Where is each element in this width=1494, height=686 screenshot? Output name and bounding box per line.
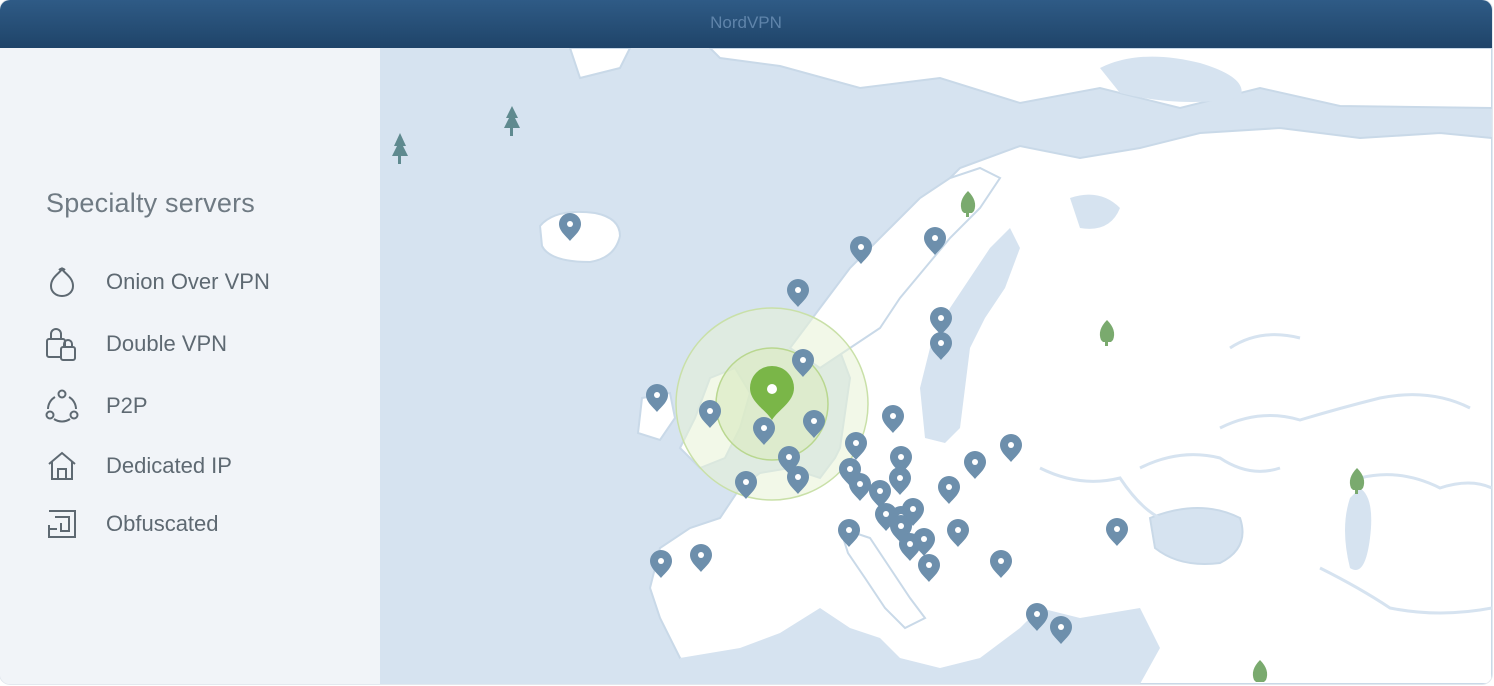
title-bar: NordVPN	[0, 0, 1492, 48]
server-pin[interactable]	[787, 279, 809, 307]
sidebar-item-onion-over-vpn[interactable]: Onion Over VPN	[44, 262, 344, 302]
double-lock-icon	[44, 326, 80, 362]
sidebar-item-label: Double VPN	[106, 331, 228, 356]
land-greenland	[568, 48, 632, 80]
sidebar-item-dedicated-ip[interactable]: Dedicated IP	[44, 446, 344, 486]
sidebar-item-label: P2P	[106, 393, 148, 418]
p2p-icon	[44, 388, 80, 424]
europe-map	[392, 48, 1492, 684]
sidebar-item-label: Onion Over VPN	[106, 269, 270, 294]
land-arctic	[708, 48, 1492, 110]
onion-icon	[44, 264, 80, 300]
server-map[interactable]	[380, 48, 1492, 684]
tree-icon	[392, 133, 408, 164]
sidebar-item-double-vpn[interactable]: Double VPN	[44, 324, 344, 364]
specialty-servers-heading: Specialty servers	[46, 188, 255, 218]
sidebar: Specialty servers Onion Over VPN Double …	[0, 48, 380, 684]
sidebar-item-label: Obfuscated	[106, 511, 219, 536]
sidebar-item-obfuscated[interactable]: Obfuscated	[44, 504, 344, 544]
app-window: NordVPN Specialty servers Onion Over VPN…	[0, 0, 1492, 684]
tree-icon	[504, 106, 520, 136]
home-icon	[44, 448, 80, 484]
obfuscated-icon	[44, 506, 80, 542]
sidebar-item-label: Dedicated IP	[106, 453, 232, 478]
window-title: NordVPN	[710, 13, 782, 32]
sidebar-item-p2p[interactable]: P2P	[44, 386, 344, 426]
